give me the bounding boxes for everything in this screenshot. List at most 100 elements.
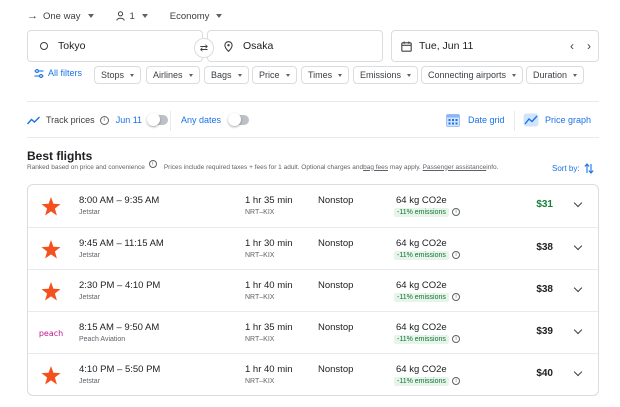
- info-icon[interactable]: i: [452, 377, 460, 385]
- price-graph-label: Price graph: [545, 115, 592, 125]
- flight-route: NRT–KIX: [245, 336, 275, 343]
- trip-type-select[interactable]: → One way: [27, 10, 94, 22]
- swap-locations-button[interactable]: ⇄: [194, 38, 214, 58]
- info-icon[interactable]: i: [452, 208, 460, 216]
- chevron-down-icon: [285, 73, 290, 77]
- expand-chevron-icon[interactable]: [573, 283, 583, 293]
- airline-name: Peach Aviation: [79, 336, 126, 343]
- flight-stops: Nonstop: [318, 322, 354, 333]
- destination-value: Osaka: [243, 40, 274, 52]
- co2-amount: 64 kg CO2e: [396, 195, 447, 206]
- all-filters-label: All filters: [48, 68, 83, 78]
- departure-date-field[interactable]: Tue, Jun 11 ‹ ›: [391, 30, 599, 62]
- flight-route: NRT–KIX: [245, 209, 275, 216]
- co2-amount: 64 kg CO2e: [396, 238, 447, 249]
- expand-chevron-icon[interactable]: [573, 241, 583, 251]
- expand-chevron-icon[interactable]: [573, 198, 583, 208]
- co2-amount: 64 kg CO2e: [396, 364, 447, 375]
- flight-row[interactable]: 4:10 PM – 5:50 PM Jetstar 1 hr 40 min NR…: [28, 353, 598, 395]
- emissions-badge: -11% emissions: [394, 377, 449, 386]
- cabin-class-select[interactable]: Economy: [170, 11, 223, 22]
- all-filters-button[interactable]: All filters: [34, 68, 82, 78]
- chip-label: Airlines: [153, 70, 183, 80]
- origin-field[interactable]: Tokyo: [27, 30, 203, 62]
- filter-duration[interactable]: Duration: [526, 66, 585, 84]
- flight-duration: 1 hr 30 min: [245, 238, 293, 249]
- bag-fees-link[interactable]: bag fees: [363, 164, 388, 171]
- destination-field[interactable]: Osaka: [207, 30, 383, 62]
- filter-stops[interactable]: Stops: [94, 66, 142, 84]
- chevron-down-icon: [573, 73, 578, 77]
- passengers-count: 1: [129, 10, 135, 22]
- info-icon[interactable]: i: [452, 293, 460, 301]
- flight-duration: 1 hr 40 min: [245, 364, 293, 375]
- chevron-down-icon: [141, 14, 148, 18]
- chip-label: Connecting airports: [428, 70, 507, 80]
- date-grid-icon: [446, 114, 460, 127]
- any-dates-toggle[interactable]: [228, 113, 250, 126]
- calendar-icon: [401, 41, 412, 52]
- jetstar-star-icon: [40, 196, 62, 215]
- filter-times[interactable]: Times: [301, 66, 350, 84]
- previous-date-button[interactable]: ‹: [570, 40, 574, 52]
- trip-options-bar: → One way 1 Economy: [27, 6, 244, 26]
- flight-times: 8:00 AM – 9:35 AM: [79, 195, 160, 206]
- filter-emissions[interactable]: Emissions: [353, 66, 419, 84]
- ranked-text: Ranked based on price and convenience: [27, 163, 145, 171]
- swap-icon: ⇄: [199, 42, 209, 54]
- filter-connecting-airports[interactable]: Connecting airports: [421, 66, 524, 84]
- track-prices-toggle[interactable]: [147, 113, 169, 126]
- passengers-select[interactable]: 1: [115, 10, 148, 22]
- price-graph-button[interactable]: Price graph: [523, 113, 591, 127]
- sort-by-button[interactable]: Sort by:: [552, 163, 594, 174]
- flight-row[interactable]: peach 8:15 AM – 9:50 AM Peach Aviation 1…: [28, 311, 598, 353]
- divider: [27, 101, 599, 102]
- chip-label: Times: [308, 70, 333, 80]
- any-dates-label: Any dates: [181, 115, 222, 125]
- expand-chevron-icon[interactable]: [573, 367, 583, 377]
- flight-duration: 1 hr 35 min: [245, 195, 293, 206]
- arrow-right-icon: →: [27, 10, 38, 22]
- flight-row[interactable]: 2:30 PM – 4:10 PM Jetstar 1 hr 40 min NR…: [28, 269, 598, 311]
- passenger-assistance-link[interactable]: Passenger assistance: [423, 164, 487, 171]
- flight-row[interactable]: 8:00 AM – 9:35 AM Jetstar 1 hr 35 min NR…: [28, 185, 598, 227]
- flight-row[interactable]: 9:45 AM – 11:15 AM Jetstar 1 hr 30 min N…: [28, 227, 598, 269]
- peach-logo: peach: [38, 324, 64, 342]
- trip-type-label: One way: [43, 10, 81, 22]
- date-grid-button[interactable]: Date grid: [446, 113, 505, 127]
- flight-price: $40: [536, 368, 553, 379]
- chevron-down-icon: [512, 73, 517, 77]
- jetstar-star-icon: [40, 281, 62, 300]
- airline-name: Jetstar: [79, 209, 101, 216]
- chevron-down-icon: [188, 73, 193, 77]
- chip-label: Stops: [101, 70, 125, 80]
- emissions-badge: -11% emissions: [394, 251, 449, 260]
- co2-amount: 64 kg CO2e: [396, 322, 447, 333]
- info-icon: i: [99, 115, 109, 125]
- origin-circle-icon: [40, 42, 48, 50]
- filter-price[interactable]: Price: [252, 66, 297, 84]
- chip-label: Price: [259, 70, 280, 80]
- chip-label: Emissions: [360, 70, 402, 80]
- flights-list: 8:00 AM – 9:35 AM Jetstar 1 hr 35 min NR…: [27, 184, 599, 396]
- price-note-prefix: Prices include required taxes + fees for…: [163, 163, 364, 171]
- next-date-button[interactable]: ›: [587, 40, 591, 52]
- sort-by-label: Sort by:: [552, 164, 580, 173]
- airline-name: Jetstar: [79, 294, 101, 301]
- info-icon[interactable]: i: [452, 335, 460, 343]
- info-icon[interactable]: i: [452, 251, 460, 259]
- price-note-middle: may apply.: [388, 163, 423, 171]
- vertical-divider: [514, 111, 515, 131]
- info-icon[interactable]: i: [148, 160, 157, 168]
- filter-bags[interactable]: Bags: [204, 66, 249, 84]
- expand-chevron-icon[interactable]: [573, 325, 583, 335]
- flight-duration: 1 hr 35 min: [245, 322, 293, 333]
- chevron-down-icon: [237, 73, 242, 77]
- track-date-label: Jun 11: [115, 115, 143, 125]
- emissions-badge: -11% emissions: [394, 208, 449, 217]
- flight-stops: Nonstop: [318, 280, 354, 291]
- emissions-badge: -11% emissions: [394, 293, 449, 302]
- emissions-badge: -11% emissions: [394, 335, 449, 344]
- filter-airlines[interactable]: Airlines: [146, 66, 200, 84]
- flight-times: 9:45 AM – 11:15 AM: [79, 238, 164, 249]
